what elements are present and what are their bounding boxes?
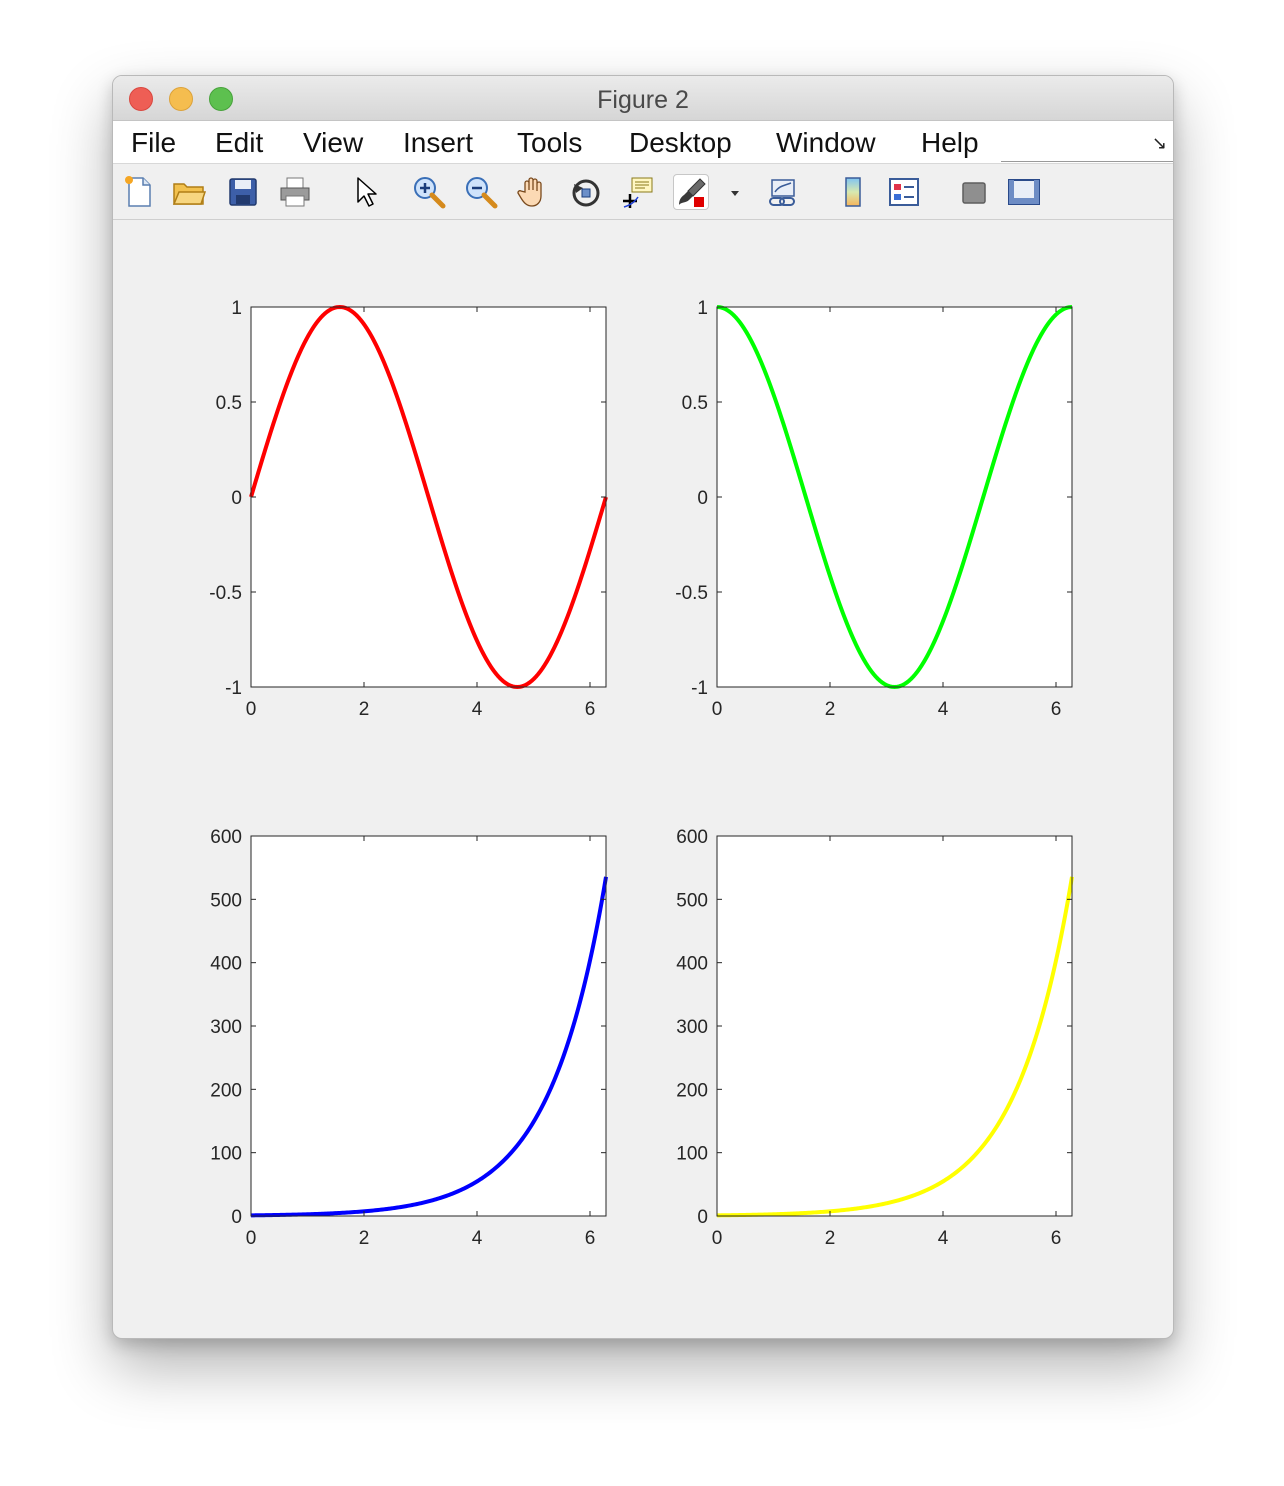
- y-tick-label: -0.5: [675, 583, 708, 604]
- x-tick-label: 2: [359, 699, 370, 720]
- figure-canvas[interactable]: 0 2 4 6 -1 -0.5 0 0.5 1 0 2 4 6 -1 -0.5 0 0.5 1 0 2 4 6 0 100 20…: [113, 220, 1173, 1338]
- link-plot-icon[interactable]: [766, 174, 802, 210]
- menu-desktop[interactable]: Desktop: [629, 127, 732, 159]
- new-figure-icon[interactable]: [121, 174, 157, 210]
- insert-colorbar-icon[interactable]: [835, 174, 871, 210]
- x-tick-label: 2: [825, 1228, 836, 1249]
- y-tick-label: -1: [225, 678, 242, 699]
- y-tick-label: 0: [231, 488, 242, 509]
- y-tick-label: 0: [231, 1207, 242, 1228]
- x-tick-label: 6: [1051, 1228, 1062, 1249]
- show-plot-tools-icon[interactable]: [1006, 174, 1042, 210]
- x-tick-label: 4: [472, 699, 483, 720]
- menu-help[interactable]: Help: [921, 127, 979, 159]
- y-tick-label: 600: [676, 827, 708, 848]
- data-cursor-icon[interactable]: [620, 174, 656, 210]
- axes-background: [251, 836, 606, 1216]
- hide-plot-tools-icon[interactable]: [956, 174, 992, 210]
- subplots-canvas: 0 2 4 6-1-0.500.510 2 4 6-1-0.500.510 2 4 6010020…: [209, 298, 1074, 1249]
- x-tick-label: 0: [246, 699, 257, 720]
- title-bar[interactable]: Figure 2: [113, 76, 1173, 121]
- y-tick-label: 100: [210, 1144, 242, 1165]
- dock-figure-icon[interactable]: ↘: [1152, 133, 1167, 154]
- y-tick-label: 500: [676, 890, 708, 911]
- x-tick-label: 6: [585, 699, 596, 720]
- y-tick-label: 400: [210, 954, 242, 975]
- menu-bar: File Edit View Insert Tools Desktop Wind…: [113, 121, 1173, 164]
- menu-divider: [1001, 161, 1173, 162]
- y-tick-label: 0: [697, 1207, 708, 1228]
- y-tick-label: 300: [676, 1017, 708, 1038]
- y-tick-label: 600: [210, 827, 242, 848]
- rotate-3d-icon[interactable]: [568, 174, 604, 210]
- brush-dropdown-icon[interactable]: [717, 174, 739, 210]
- y-tick-label: -0.5: [209, 583, 242, 604]
- y-tick-label: -1: [691, 678, 708, 699]
- menu-insert[interactable]: Insert: [403, 127, 473, 159]
- zoom-in-icon[interactable]: [411, 174, 447, 210]
- y-tick-label: 0.5: [216, 393, 242, 414]
- window-title: Figure 2: [597, 86, 689, 114]
- axes-background: [717, 836, 1072, 1216]
- y-tick-label: 1: [697, 298, 708, 319]
- y-tick-label: 100: [676, 1144, 708, 1165]
- x-tick-label: 4: [938, 1228, 949, 1249]
- zoom-out-icon[interactable]: [463, 174, 499, 210]
- insert-legend-icon[interactable]: [886, 174, 922, 210]
- y-tick-label: 500: [210, 890, 242, 911]
- subplot-exp-yellow-axes[interactable]: 0 2 4 6 0 100 200 300 400 500 600: [676, 827, 1074, 1249]
- menu-file[interactable]: File: [131, 127, 176, 159]
- axes-background: [717, 307, 1072, 687]
- figure-toolbar: [113, 164, 1173, 220]
- brush-icon[interactable]: [673, 174, 709, 210]
- x-tick-label: 0: [712, 699, 723, 720]
- y-tick-label: 0.5: [682, 393, 708, 414]
- x-tick-label: 0: [246, 1228, 257, 1249]
- y-tick-label: 400: [676, 954, 708, 975]
- x-tick-label: 4: [472, 1228, 483, 1249]
- x-tick-label: 0: [712, 1228, 723, 1249]
- menu-view[interactable]: View: [303, 127, 363, 159]
- pan-hand-icon[interactable]: [516, 174, 552, 210]
- x-tick-label: 2: [359, 1228, 370, 1249]
- x-tick-label: 6: [1051, 699, 1062, 720]
- subplot-exp-blue-axes[interactable]: 0 2 4 6 0 100 200 300 400 500 600: [210, 827, 608, 1249]
- edit-plot-pointer-icon[interactable]: [349, 174, 385, 210]
- x-tick-label: 4: [938, 699, 949, 720]
- x-tick-label: 6: [585, 1228, 596, 1249]
- x-tick-label: 2: [825, 699, 836, 720]
- menu-window[interactable]: Window: [776, 127, 876, 159]
- menu-edit[interactable]: Edit: [215, 127, 263, 159]
- y-tick-label: 300: [210, 1017, 242, 1038]
- y-tick-label: 200: [210, 1080, 242, 1101]
- open-file-icon[interactable]: [171, 174, 207, 210]
- subplot-sin-axes[interactable]: 0 2 4 6 -1 -0.5 0 0.5 1: [209, 298, 608, 720]
- print-icon[interactable]: [277, 174, 313, 210]
- y-tick-label: 200: [676, 1080, 708, 1101]
- menu-tools[interactable]: Tools: [517, 127, 582, 159]
- subplot-cos-axes[interactable]: 0 2 4 6 -1 -0.5 0 0.5 1: [675, 298, 1073, 720]
- y-tick-label: 0: [697, 488, 708, 509]
- save-icon[interactable]: [225, 174, 261, 210]
- y-tick-label: 1: [231, 298, 242, 319]
- figure-window: Figure 2 File Edit View Insert Tools Des…: [112, 75, 1174, 1339]
